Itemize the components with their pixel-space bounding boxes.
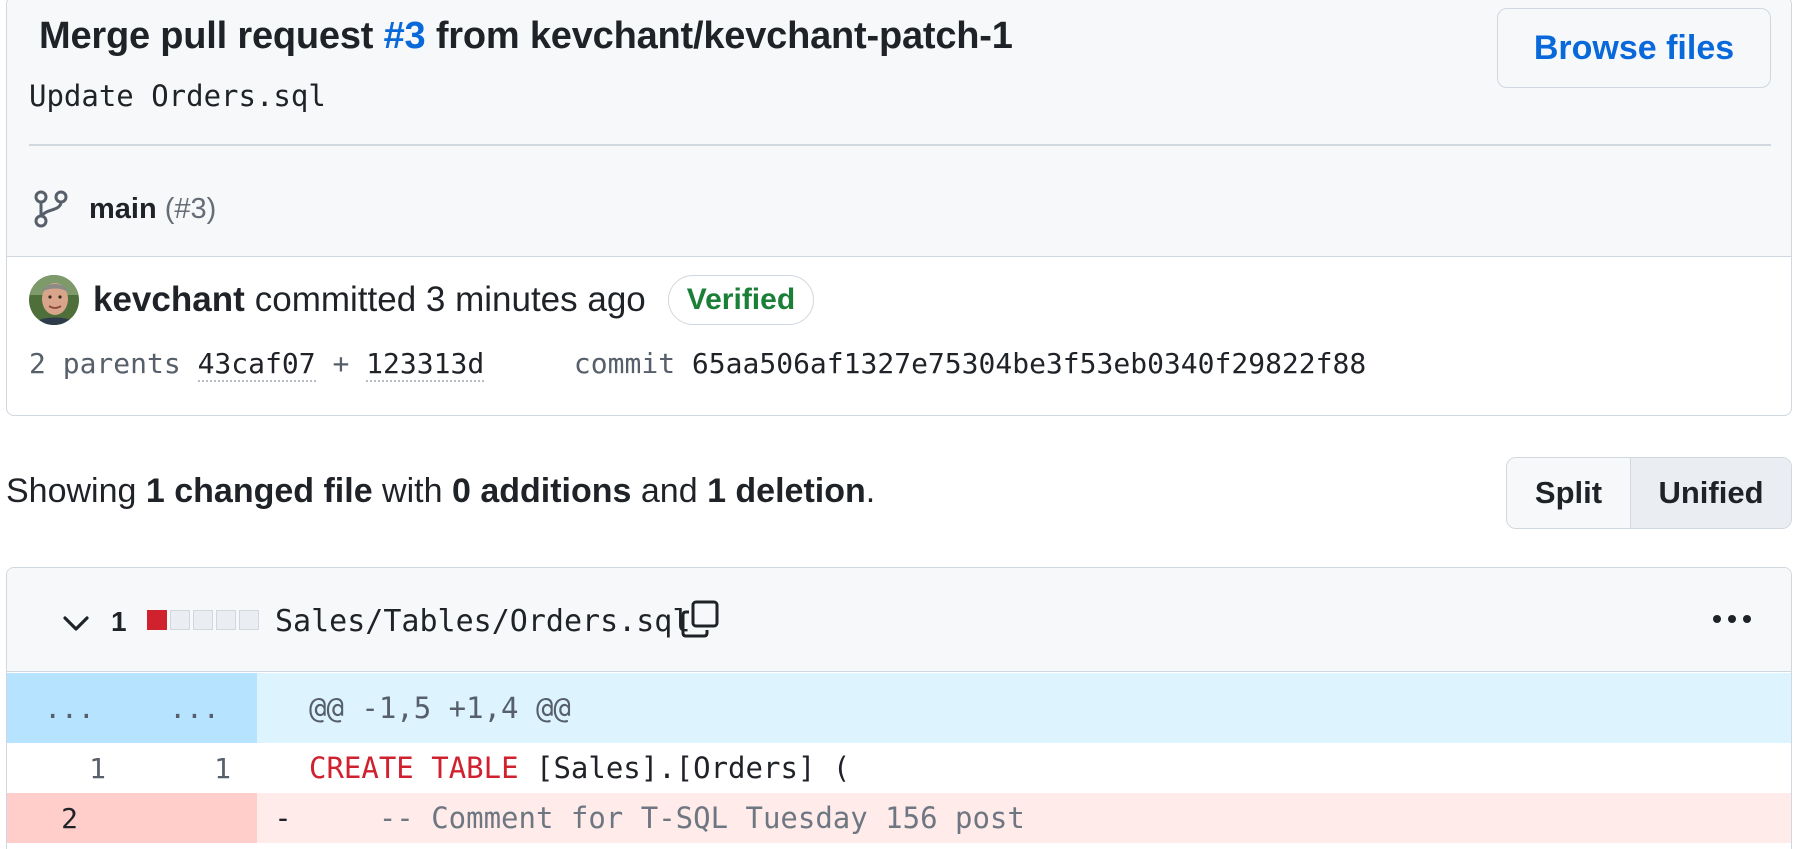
file-path-link[interactable]: Sales/Tables/Orders.sql — [275, 604, 690, 639]
parents-label: 2 parents — [29, 347, 181, 380]
diffstat-block-neutral — [193, 610, 213, 630]
commit-sha: 65aa506af1327e75304be3f53eb0340f29822f88 — [691, 347, 1367, 380]
summary-deletions: 1 deletion — [707, 472, 866, 510]
commit-summary-area: Merge pull request #3 from kevchant/kevc… — [7, 0, 1791, 257]
file-change-count: 1 — [111, 606, 127, 637]
branch-info: main (#3) — [33, 189, 216, 229]
diffstat-block-deleted — [147, 610, 167, 630]
commit-title: Merge pull request #3 from kevchant/kevc… — [39, 15, 1013, 58]
diffstat-bar — [147, 610, 259, 630]
browse-files-button[interactable]: Browse files — [1497, 8, 1771, 88]
old-line-number[interactable]: 2 — [7, 793, 132, 843]
commit-label: commit — [573, 347, 676, 380]
commit-title-prefix: Merge pull request — [39, 15, 384, 57]
new-line-number[interactable]: 1 — [132, 743, 257, 793]
diff-context-line: 1 1 CREATE TABLE [Sales].[Orders] ( — [7, 743, 1791, 793]
new-line-number-empty — [132, 793, 257, 843]
diffstat-block-neutral — [216, 610, 236, 630]
author-name[interactable]: kevchant — [93, 280, 245, 320]
summary-changed-files: 1 changed file — [145, 472, 373, 510]
parent-sha-link[interactable]: 43caf07 — [197, 347, 316, 382]
pull-request-link[interactable]: #3 — [384, 15, 426, 57]
expand-down-button[interactable]: ... — [132, 673, 257, 743]
old-line-number[interactable]: 1 — [7, 743, 132, 793]
parent-separator: + — [332, 347, 350, 380]
code-text: [Sales].[Orders] ( — [518, 751, 851, 785]
file-header: 1 Sales/Tables/Orders.sql — [7, 568, 1791, 672]
summary-text: . — [865, 472, 876, 510]
diffstat-block-neutral — [239, 610, 259, 630]
diffstat-block-neutral — [170, 610, 190, 630]
kebab-horizontal-icon[interactable] — [1709, 606, 1755, 632]
branch-pr-ref[interactable]: (#3) — [165, 193, 217, 226]
sql-keyword: CREATE — [309, 751, 414, 785]
copy-icon[interactable] — [679, 598, 721, 640]
code-line: CREATE TABLE [Sales].[Orders] ( — [257, 751, 850, 785]
divider — [29, 144, 1771, 146]
summary-text: and — [631, 472, 708, 510]
avatar[interactable] — [29, 275, 79, 325]
diff-summary: Showing 1 changed file with 0 additions … — [6, 472, 875, 511]
summary-text: Showing — [6, 472, 146, 510]
verified-badge[interactable]: Verified — [667, 275, 815, 325]
diff-view-toggle: Split Unified — [1506, 457, 1792, 529]
commit-shas: 2 parents 43caf07 + 123313d commit 65aa5… — [29, 347, 1367, 382]
code-line: - -- Comment for T-SQL Tuesday 156 post — [257, 801, 1025, 835]
hunk-header: @@ -1,5 +1,4 @@ — [309, 691, 571, 725]
sql-comment: -- Comment for T-SQL Tuesday 156 post — [309, 801, 1025, 835]
branch-name[interactable]: main — [89, 193, 157, 226]
deletion-marker: - — [274, 801, 292, 835]
commit-time: committed 3 minutes ago — [254, 280, 646, 319]
expand-up-button[interactable]: ... — [7, 673, 132, 743]
hunk-row: ... ... @@ -1,5 +1,4 @@ — [7, 673, 1791, 743]
split-view-button[interactable]: Split — [1507, 458, 1631, 528]
git-branch-icon — [34, 190, 68, 228]
author-row: kevchant committed 3 minutes ago Verifie… — [29, 275, 815, 325]
chevron-down-icon[interactable] — [59, 608, 93, 638]
sql-keyword: TABLE — [431, 751, 519, 785]
commit-header-box: Merge pull request #3 from kevchant/kevc… — [6, 0, 1792, 416]
file-diff: 1 Sales/Tables/Orders.sql ... ... @@ -1,… — [6, 567, 1792, 849]
summary-additions: 0 additions — [451, 472, 632, 510]
avatar-image — [29, 275, 79, 325]
unified-view-button[interactable]: Unified — [1631, 458, 1791, 528]
parent-sha-link[interactable]: 123313d — [366, 347, 485, 382]
diff-deleted-line: 2 - -- Comment for T-SQL Tuesday 156 pos… — [7, 793, 1791, 843]
commit-description: Update Orders.sql — [29, 79, 326, 113]
commit-title-suffix: from kevchant/kevchant-patch-1 — [425, 15, 1013, 57]
summary-text: with — [372, 472, 452, 510]
